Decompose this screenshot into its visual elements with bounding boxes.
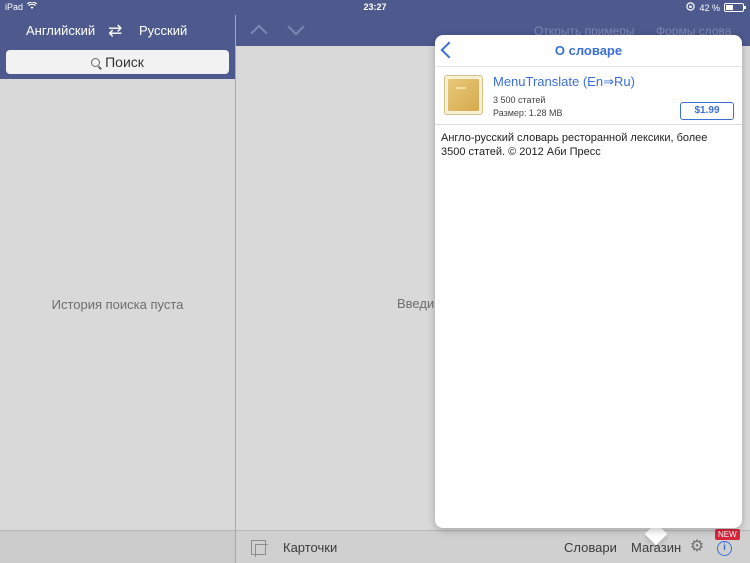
about-dictionary-popover: О словаре MenuTranslate (En⇒Ru) 3 500 ст… (435, 35, 742, 528)
popover-header: О словаре (435, 35, 742, 67)
search-placeholder: Поиск (105, 54, 144, 70)
status-time: 23:27 (363, 2, 387, 12)
left-footer (0, 530, 235, 563)
buy-price-button[interactable]: $1.99 (680, 102, 734, 120)
empty-history-message: История поиска пуста (51, 297, 184, 312)
history-list: История поиска пуста (0, 79, 235, 530)
dictionary-entry-count: 3 500 статей (493, 95, 546, 105)
chevron-down-icon[interactable] (287, 18, 305, 36)
lock-rotation-icon (686, 2, 696, 13)
search-icon (91, 57, 101, 67)
bottom-toolbar: Карточки Словари Магазин ⚙ i NEW (236, 529, 750, 563)
search-input[interactable]: Поиск (6, 50, 229, 74)
cards-icon[interactable] (251, 540, 268, 557)
dictionary-size: Размер: 1.28 MB (493, 108, 563, 118)
dictionary-name: MenuTranslate (En⇒Ru) (493, 74, 635, 89)
book-cover (448, 79, 479, 111)
dictionary-description: Англо-русский словарь ресторанной лексик… (441, 132, 708, 158)
swap-icon[interactable]: ⇄ (108, 21, 122, 41)
left-header: Английский ⇄ Русский Поиск (0, 15, 235, 79)
gear-icon[interactable]: ⚙ (689, 539, 705, 555)
dictionary-entry: MenuTranslate (En⇒Ru) 3 500 статей Разме… (435, 67, 742, 125)
status-right: 42 % (686, 2, 746, 13)
popover-title: О словаре (554, 43, 623, 58)
book-icon (444, 75, 483, 115)
status-bar: iPad 23:27 42 % (0, 0, 750, 15)
main-hint-text: Введи (397, 296, 435, 311)
cards-button[interactable]: Карточки (283, 540, 337, 555)
new-badge: NEW (715, 529, 740, 540)
battery-icon (724, 3, 746, 12)
source-language[interactable]: Английский (26, 23, 95, 38)
dictionaries-button[interactable]: Словари (564, 540, 617, 555)
battery-fill (726, 5, 733, 10)
chevron-up-icon[interactable] (250, 24, 268, 42)
battery-percent: 42 % (699, 2, 720, 13)
target-language[interactable]: Русский (139, 23, 187, 38)
info-icon[interactable]: i (717, 541, 732, 556)
language-switcher: Английский ⇄ Русский (0, 21, 235, 41)
